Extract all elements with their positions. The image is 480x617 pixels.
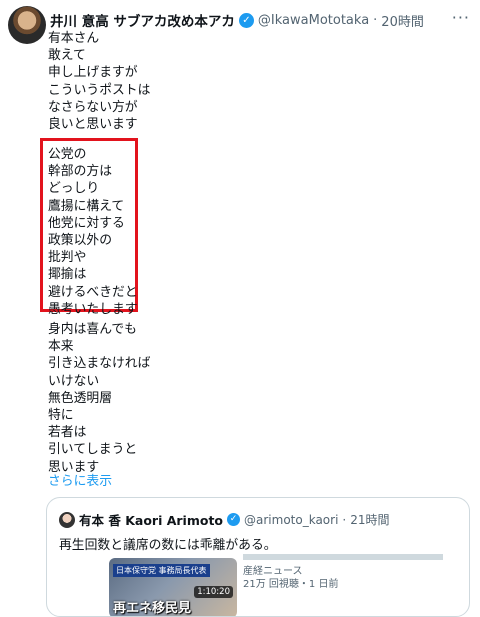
video-title-cropped[interactable] [243, 552, 453, 561]
tweet-header: 井川 意高 サブアカ改め本アカ ✓ @IkawaMototaka · 20時間 [50, 10, 472, 30]
tweet-text-line: 政策以外の [48, 233, 112, 249]
tweet-text-block-2: 公党の幹部の方は どっしり 鷹揚に構えて 他党に対する 政策以外の 批判や 揶揄は 避けるべき… [48, 146, 138, 318]
tweet-text-line: 無色透明層 [48, 390, 112, 406]
tweet-text-line: どっしり [48, 181, 100, 197]
quoted-tweet-text: 再生回数と議席の数には乖離がある。 [59, 538, 277, 553]
author-name[interactable]: 井川 意高 サブアカ改め本アカ [50, 10, 235, 30]
tweet-text-block-3: 身内は喜んでも 本来 引き込まなければ いけない 無色透明層 特に 若者は 引いてしまうと 思い… [48, 321, 150, 476]
tweet-text-line: 本来 [48, 339, 74, 355]
tweet-text-line: なさらない方が [48, 99, 138, 115]
show-more-link[interactable]: さらに表示 [48, 470, 112, 489]
tweet-text-block-1: 有本さん敢えて 申し上げますが こういうポストは なさらない方が 良いと思います [48, 30, 150, 133]
author-handle[interactable]: @IkawaMototaka [258, 13, 369, 28]
tweet-text-line: 身内は喜んでも [48, 322, 137, 337]
tweet-text-line: 引いてしまうと [48, 442, 138, 458]
tweet-text-line: 批判や [48, 250, 87, 266]
thumbnail-tag: 日本保守党 事務局長代表 [113, 564, 210, 577]
tweet-text-line: 他党に対する [48, 215, 125, 231]
tweet-text-line: 申し上げますが [48, 65, 138, 81]
tweet-text-line: 良いと思います [48, 117, 138, 133]
tweet-text-line: こういうポストは [48, 82, 151, 98]
thumbnail-caption: 再エネ移民見 [113, 601, 192, 616]
tweet-text-line: 特に [48, 408, 74, 424]
quoted-author-name[interactable]: 有本 香 Kaori Arimoto [79, 510, 223, 529]
verified-badge-icon: ✓ [238, 12, 254, 28]
tweet-text-line: 有本さん [48, 31, 100, 46]
video-duration: 1:10:20 [194, 586, 233, 598]
more-dots-icon[interactable]: ··· [452, 8, 470, 27]
tweet-text-line: 幹部の方は [48, 164, 112, 180]
tweet-text-line: 愚考いたします [48, 301, 138, 317]
tweet-text-line: 公党の [48, 147, 87, 162]
tweet-text-line: 敢えて [48, 48, 86, 64]
quoted-author-handle[interactable]: @arimoto_kaori [244, 513, 338, 527]
separator-dot: · [373, 12, 378, 28]
quoted-verified-badge-icon: ✓ [227, 513, 241, 526]
video-meta: 21万 回視聴・1 日前 [243, 579, 339, 590]
quoted-timestamp[interactable]: 21時間 [350, 511, 389, 528]
author-avatar[interactable] [8, 6, 46, 44]
tweet-text-line: いけない [48, 373, 100, 389]
video-thumbnail[interactable]: 日本保守党 事務局長代表 1:10:20 再エネ移民見 [109, 558, 237, 616]
tweet-text-line: 鷹揚に構えて [48, 198, 125, 214]
tweet-text-line: 避けるべきだと [48, 284, 138, 300]
tweet-text-line: 揶揄は [48, 267, 87, 283]
quoted-separator-dot: · [342, 512, 347, 527]
tweet-timestamp[interactable]: 20時間 [381, 11, 424, 30]
tweet-text-line: 引き込まなければ [48, 356, 151, 372]
tweet-text-line: 若者は [48, 425, 87, 441]
quoted-tweet-card[interactable]: 有本 香 Kaori Arimoto ✓ @arimoto_kaori · 21… [46, 497, 470, 617]
quoted-header: 有本 香 Kaori Arimoto ✓ @arimoto_kaori · 21… [59, 510, 390, 529]
quoted-author-avatar[interactable] [59, 511, 75, 528]
